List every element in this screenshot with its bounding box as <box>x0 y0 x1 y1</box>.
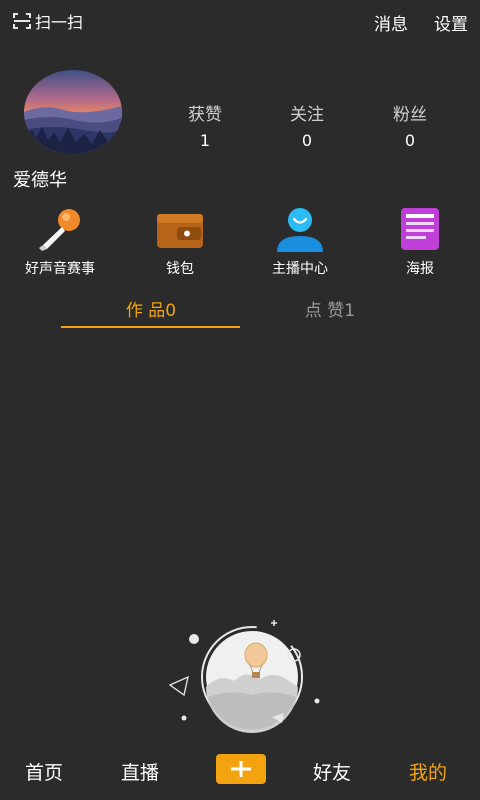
tab-works[interactable]: 作 品0 <box>61 296 241 321</box>
feature-label: 海报 <box>406 261 434 277</box>
active-tab-indicator <box>61 326 240 328</box>
stat-value: 0 <box>301 131 313 150</box>
top-bar: 扫一扫 消息 设置 <box>0 0 480 44</box>
poster-icon <box>401 208 439 250</box>
avatar[interactable] <box>24 70 122 154</box>
scan-icon <box>13 13 31 29</box>
nav-friends[interactable]: 好友 <box>313 758 351 785</box>
stat-value: 0 <box>404 131 416 150</box>
stat-label: 获赞 <box>188 105 222 125</box>
username: 爱德华 <box>13 170 67 191</box>
wallet-icon <box>157 214 203 248</box>
microphone-icon <box>39 209 80 251</box>
feature-label: 好声音赛事 <box>25 261 95 277</box>
bottom-navigation: 首页 直播 好友 我的 <box>0 742 480 800</box>
empty-state-illustration <box>160 615 330 735</box>
feature-row: 好声音赛事 钱包 主播中心 海报 <box>0 206 480 286</box>
scan-label: 扫一扫 <box>35 13 84 32</box>
stat-followers[interactable]: 粉丝 0 <box>370 100 450 150</box>
scan-button[interactable]: 扫一扫 <box>12 9 83 33</box>
feature-anchor-center[interactable]: 主播中心 <box>245 206 355 278</box>
content-tabs: 作 品0 点 赞1 <box>0 296 480 332</box>
create-button[interactable] <box>216 754 266 784</box>
tab-likes[interactable]: 点 赞1 <box>240 296 420 321</box>
anchor-user-icon <box>277 208 323 252</box>
stat-label: 粉丝 <box>393 105 427 125</box>
feature-label: 主播中心 <box>272 261 328 277</box>
stat-likes-received[interactable]: 获赞 1 <box>165 100 245 150</box>
feature-label: 钱包 <box>166 261 194 277</box>
feature-wallet[interactable]: 钱包 <box>125 206 235 278</box>
settings-button[interactable]: 设置 <box>434 10 468 35</box>
stat-label: 关注 <box>290 105 324 125</box>
plus-icon <box>231 761 251 777</box>
avatar-landscape-image <box>24 70 122 154</box>
empty-balloon-icon <box>168 620 320 733</box>
nav-mine[interactable]: 我的 <box>409 758 447 785</box>
feature-poster[interactable]: 海报 <box>365 206 475 278</box>
feature-voice-contest[interactable]: 好声音赛事 <box>5 206 115 278</box>
nav-live[interactable]: 直播 <box>121 758 159 785</box>
nav-home[interactable]: 首页 <box>25 758 63 785</box>
stat-following[interactable]: 关注 0 <box>267 100 347 150</box>
messages-button[interactable]: 消息 <box>374 10 408 35</box>
stat-value: 1 <box>199 131 211 150</box>
